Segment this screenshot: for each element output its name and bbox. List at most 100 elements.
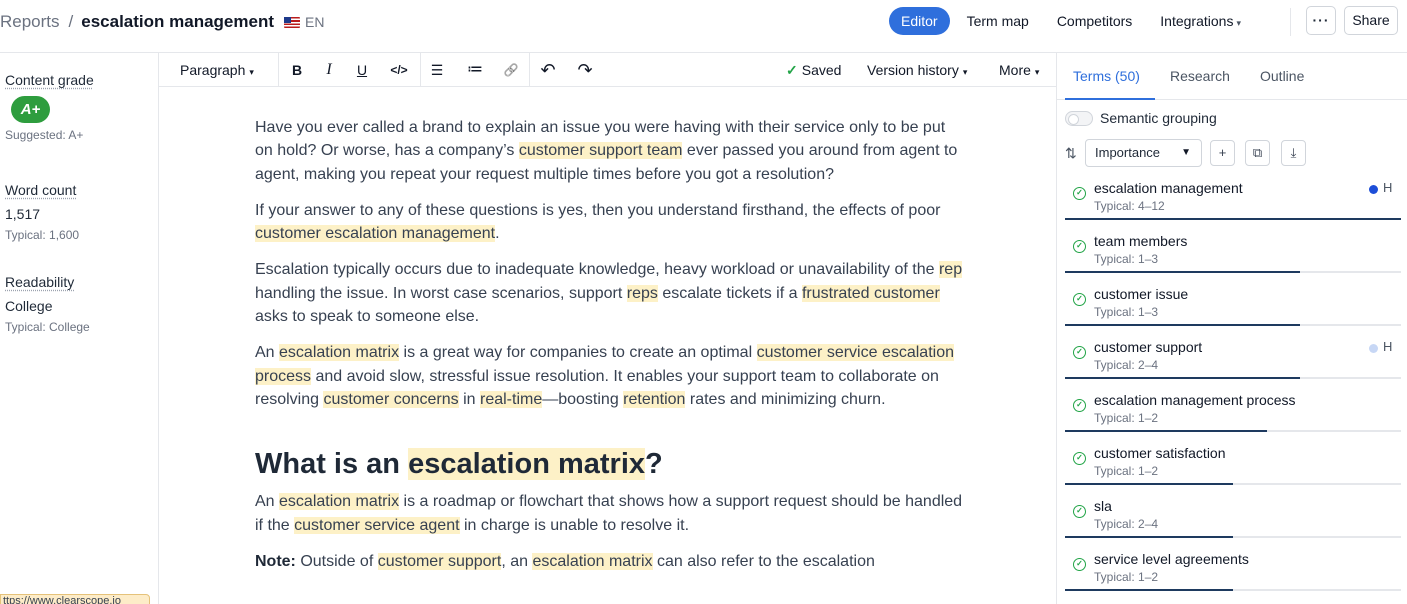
word-count-title[interactable]: Word count bbox=[5, 182, 79, 198]
more-dropdown[interactable]: More ▾ bbox=[999, 53, 1039, 87]
page-title: escalation management bbox=[81, 12, 275, 31]
highlighted-term[interactable]: frustrated customer bbox=[801, 284, 940, 302]
highlighted-term[interactable]: escalation matrix bbox=[408, 448, 646, 481]
copy-icon[interactable]: ⧉ bbox=[1245, 140, 1270, 166]
highlighted-term[interactable]: customer service agent bbox=[294, 516, 460, 534]
progress-fill bbox=[1065, 483, 1233, 485]
term-item[interactable]: ✓ customer satisfaction Typical: 1–2 bbox=[1065, 440, 1401, 493]
redo-button[interactable]: ↷ bbox=[575, 53, 595, 87]
highlighted-term[interactable]: rep bbox=[938, 261, 963, 279]
term-item[interactable]: ✓ sla Typical: 2–4 bbox=[1065, 493, 1401, 546]
check-circle-icon: ✓ bbox=[1073, 558, 1086, 571]
term-item[interactable]: ✓ service level agreements Typical: 1–2 bbox=[1065, 546, 1401, 599]
paragraph[interactable]: Have you ever called a brand to explain … bbox=[255, 116, 965, 186]
section-heading[interactable]: What is an escalation matrix? bbox=[255, 444, 965, 484]
readability-section: Readability College Typical: College bbox=[5, 274, 90, 334]
download-icon[interactable]: ⤓ bbox=[1281, 140, 1306, 166]
text-run: An bbox=[255, 493, 280, 511]
semantic-grouping-row: Semantic grouping bbox=[1065, 110, 1217, 126]
highlighted-term[interactable]: retention bbox=[623, 390, 686, 408]
editor-area[interactable]: Have you ever called a brand to explain … bbox=[160, 87, 1056, 604]
panel-tabs: Terms (50) Research Outline bbox=[1057, 53, 1407, 100]
more-options-button[interactable]: ··· bbox=[1306, 6, 1336, 35]
highlighted-term[interactable]: escalation matrix bbox=[532, 552, 653, 570]
term-map-tab[interactable]: Term map bbox=[955, 7, 1041, 35]
sort-icon[interactable]: ⇅ bbox=[1065, 145, 1077, 162]
highlighted-term[interactable]: real-time bbox=[480, 390, 543, 408]
toolbar-divider bbox=[420, 53, 421, 87]
semantic-grouping-toggle[interactable] bbox=[1065, 110, 1093, 126]
tab-terms[interactable]: Terms (50) bbox=[1065, 53, 1155, 100]
chevron-down-icon: ▼ bbox=[1181, 147, 1191, 158]
highlighted-term[interactable]: customer concerns bbox=[323, 390, 459, 408]
text-run: ? bbox=[645, 448, 663, 481]
share-button[interactable]: Share bbox=[1344, 6, 1398, 35]
term-typical: Typical: 1–3 bbox=[1094, 305, 1159, 319]
term-item[interactable]: ✓ customer support Typical: 2–4 H bbox=[1065, 334, 1401, 387]
progress-track bbox=[1065, 218, 1401, 220]
term-name: sla bbox=[1094, 498, 1112, 514]
sort-select[interactable]: Importance ▼ bbox=[1085, 139, 1202, 167]
semantic-grouping-label: Semantic grouping bbox=[1100, 110, 1217, 126]
readability-title[interactable]: Readability bbox=[5, 274, 90, 290]
version-history-dropdown[interactable]: Version history ▾ bbox=[867, 53, 967, 87]
breadcrumb-separator: / bbox=[68, 12, 74, 31]
text-run: Outside of bbox=[295, 552, 378, 570]
us-flag-icon[interactable] bbox=[284, 16, 301, 28]
link-button[interactable]: 🔗 bbox=[501, 53, 521, 87]
add-term-button[interactable]: + bbox=[1210, 140, 1235, 166]
readability-typical: Typical: College bbox=[5, 320, 90, 334]
paragraph-style-dropdown[interactable]: Paragraph ▾ bbox=[180, 53, 254, 87]
heading-marker: H bbox=[1383, 339, 1393, 354]
term-item[interactable]: ✓ escalation management process Typical: 1… bbox=[1065, 387, 1401, 440]
text-run: , an bbox=[501, 552, 533, 570]
grade-badge: A+ bbox=[11, 96, 50, 123]
integrations-menu[interactable]: Integrations ▾ bbox=[1148, 7, 1253, 35]
highlighted-term[interactable]: reps bbox=[626, 284, 658, 302]
grade-suggested: Suggested: A+ bbox=[5, 128, 84, 142]
highlighted-term[interactable]: customer escalation management bbox=[255, 225, 496, 243]
term-typical: Typical: 2–4 bbox=[1094, 358, 1159, 372]
paragraph[interactable]: An escalation matrix is a great way for … bbox=[255, 341, 965, 411]
heading-dot-icon bbox=[1369, 185, 1378, 194]
check-circle-icon: ✓ bbox=[1073, 505, 1086, 518]
term-typical: Typical: 1–2 bbox=[1094, 570, 1159, 584]
highlighted-term[interactable]: customer support team bbox=[518, 142, 683, 160]
term-item[interactable]: ✓ team members Typical: 1–3 bbox=[1065, 228, 1401, 281]
chevron-down-icon: ▾ bbox=[1236, 18, 1241, 28]
paragraph[interactable]: Note: Outside of customer support, an es… bbox=[255, 550, 965, 573]
highlighted-term[interactable]: escalation matrix bbox=[279, 344, 400, 362]
competitors-tab[interactable]: Competitors bbox=[1045, 7, 1144, 35]
bold-button[interactable]: B bbox=[287, 53, 307, 87]
content-grade-title[interactable]: Content grade bbox=[5, 72, 94, 88]
paragraph[interactable]: An escalation matrix is a roadmap or flo… bbox=[255, 490, 965, 537]
breadcrumb-reports-link[interactable]: Reports bbox=[0, 12, 60, 32]
underline-button[interactable]: U bbox=[352, 53, 372, 87]
numbered-list-button[interactable]: ≔ bbox=[465, 53, 485, 87]
progress-fill bbox=[1065, 271, 1301, 273]
language-code[interactable]: EN bbox=[305, 14, 324, 30]
progress-track bbox=[1065, 377, 1401, 379]
code-button[interactable]: </> bbox=[386, 53, 412, 87]
progress-fill bbox=[1065, 536, 1233, 538]
text-run: is a great way for companies to create a… bbox=[399, 344, 757, 362]
paragraph[interactable]: If your answer to any of these questions… bbox=[255, 199, 965, 246]
top-nav: Editor Term map Competitors Integrations… bbox=[889, 7, 1253, 35]
term-item[interactable]: ✓ escalation management Typical: 4–12 H bbox=[1065, 175, 1401, 228]
highlighted-term[interactable]: escalation matrix bbox=[279, 493, 400, 511]
document-content[interactable]: Have you ever called a brand to explain … bbox=[255, 116, 965, 586]
highlighted-term[interactable]: customer support bbox=[377, 552, 502, 570]
text-run: asks to speak to someone else. bbox=[255, 308, 480, 326]
bullet-list-button[interactable]: ☰ bbox=[427, 53, 447, 87]
tab-research[interactable]: Research bbox=[1170, 53, 1230, 100]
tab-outline[interactable]: Outline bbox=[1260, 53, 1304, 100]
word-count-value: 1,517 bbox=[5, 206, 41, 222]
term-item[interactable]: ✓ customer issue Typical: 1–3 bbox=[1065, 281, 1401, 334]
check-circle-icon: ✓ bbox=[1073, 346, 1086, 359]
check-circle-icon: ✓ bbox=[1073, 452, 1086, 465]
italic-button[interactable]: I bbox=[319, 53, 339, 87]
undo-button[interactable]: ↶ bbox=[538, 53, 558, 87]
editor-tab[interactable]: Editor bbox=[889, 7, 950, 35]
paragraph[interactable]: Escalation typically occurs due to inade… bbox=[255, 258, 965, 328]
text-run: . bbox=[495, 225, 500, 243]
